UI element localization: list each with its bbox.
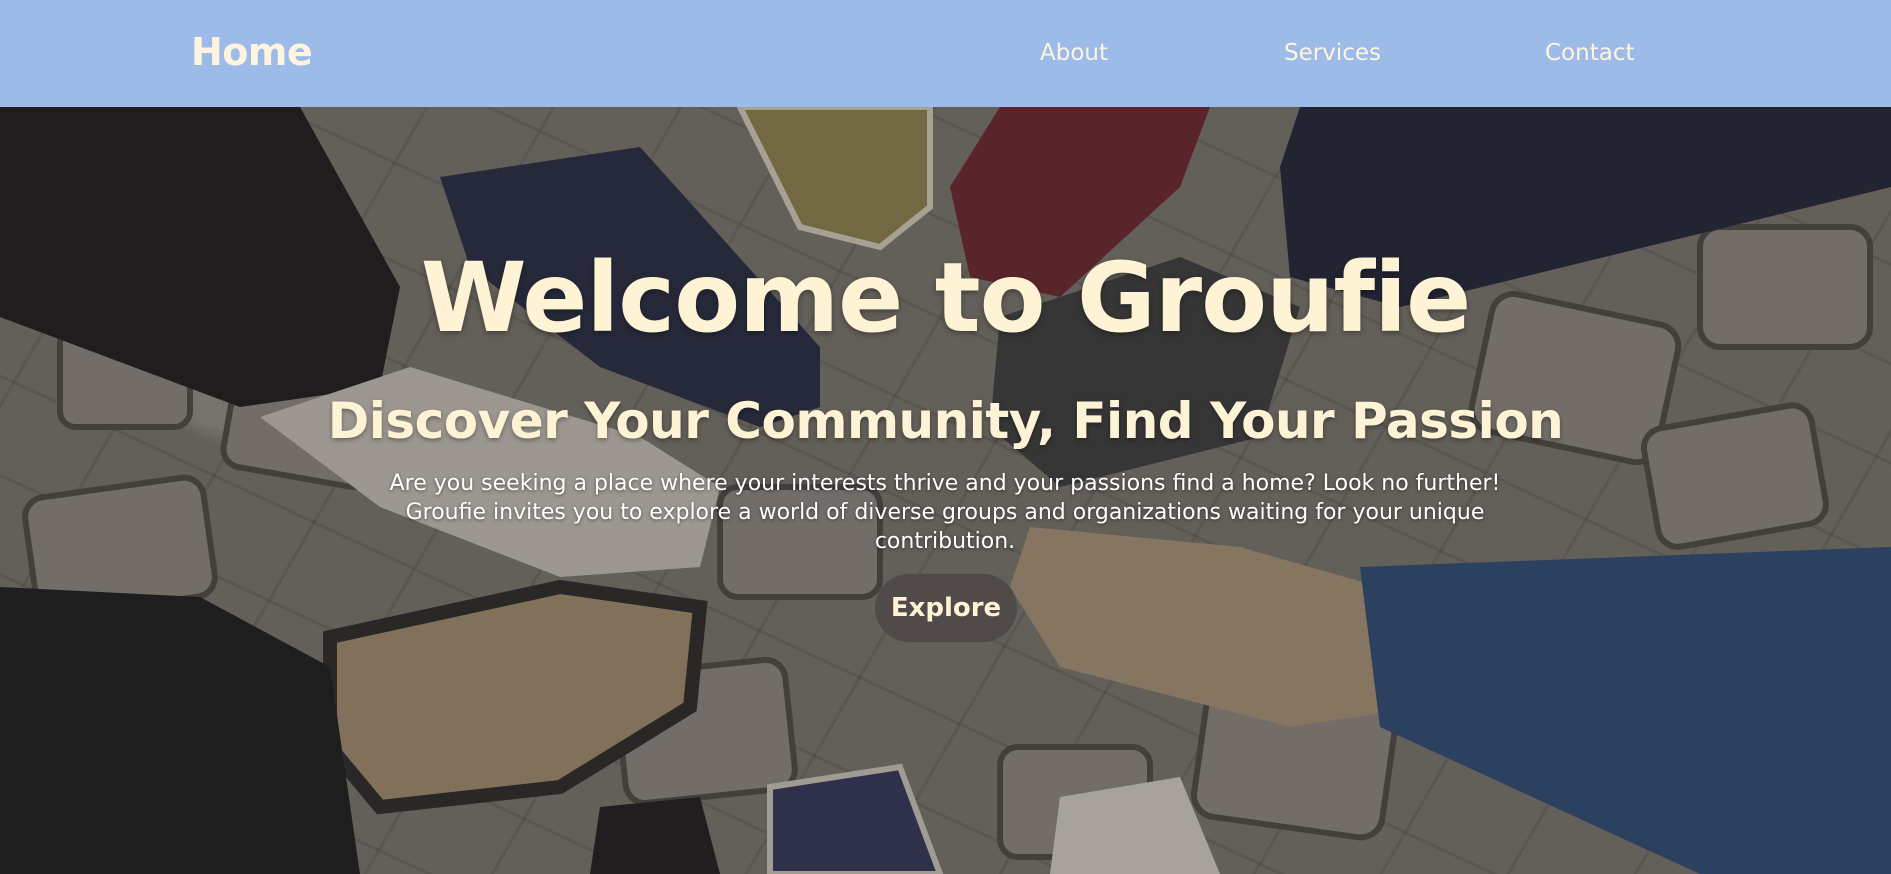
- top-navigation-bar: Home About Services Contact: [0, 0, 1891, 107]
- explore-button[interactable]: Explore: [875, 574, 1017, 642]
- hero-description: Are you seeking a place where your inter…: [389, 471, 1501, 554]
- hero-title: Welcome to Groufie: [420, 242, 1471, 354]
- hero-section: Welcome to Groufie Discover Your Communi…: [0, 107, 1891, 874]
- nav-home-link[interactable]: Home: [191, 30, 313, 74]
- nav-contact-link[interactable]: Contact: [1545, 40, 1634, 66]
- nav-services-link[interactable]: Services: [1284, 40, 1381, 66]
- hero-subtitle: Discover Your Community, Find Your Passi…: [327, 392, 1564, 450]
- nav-about-link[interactable]: About: [1040, 40, 1108, 66]
